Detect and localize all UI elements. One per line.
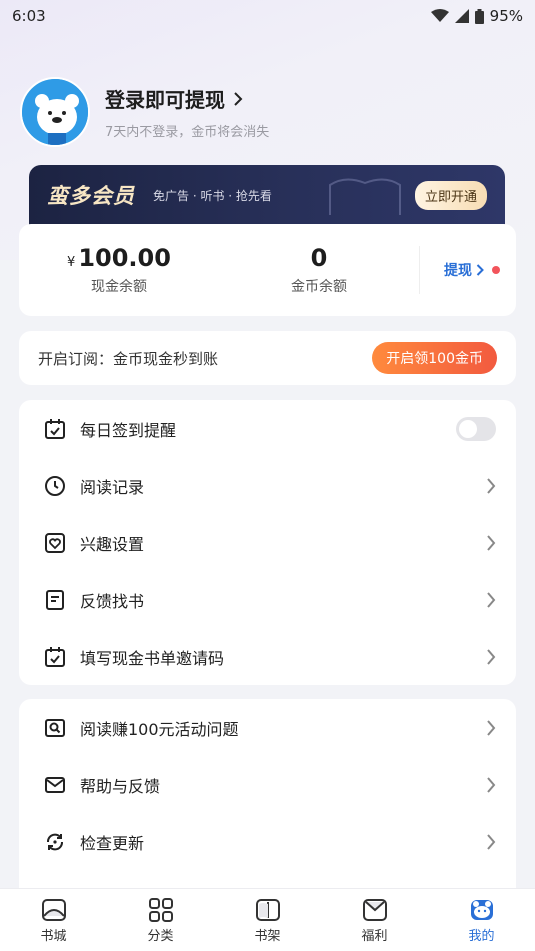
- cash-balance-label: 现金余额: [91, 279, 147, 295]
- wifi-icon: [430, 9, 449, 22]
- gold-balance-label: 金币余额: [291, 279, 347, 295]
- menu-item-activity-faq[interactable]: 阅读赚100元活动问题: [19, 699, 516, 756]
- balance-divider: [419, 246, 420, 294]
- menu-item-label: 阅读记录: [80, 477, 145, 497]
- menu-item-label: 反馈找书: [80, 591, 145, 611]
- gold-balance-value: 0: [310, 244, 328, 272]
- menu-item-signin-reminder[interactable]: 每日签到提醒: [19, 400, 516, 457]
- avatar[interactable]: [20, 77, 90, 147]
- document-icon: [43, 588, 67, 612]
- subscribe-card: 开启订阅：金币现金秒到账 开启领100金币: [19, 331, 516, 385]
- tab-label: 分类: [147, 929, 174, 944]
- status-bar: 6:03 95%: [0, 0, 535, 32]
- balance-card: ¥100.00 现金余额 0 金币余额 提现: [19, 224, 516, 316]
- notification-dot: [492, 266, 500, 274]
- gold-balance[interactable]: 0 金币余额: [219, 244, 419, 296]
- menu-item-feedback-find-book[interactable]: 反馈找书: [19, 571, 516, 628]
- chevron-right-icon: [487, 648, 496, 665]
- gift-icon: [362, 899, 387, 921]
- menu-item-label: 兴趣设置: [80, 534, 145, 554]
- chevron-right-icon: [487, 477, 496, 494]
- menu-item-interest-settings[interactable]: 兴趣设置: [19, 514, 516, 571]
- profile-text: 登录即可提现 7天内不登录，金币将会消失: [105, 84, 269, 140]
- settings-menu: 每日签到提醒 阅读记录 兴趣设置 反馈找书 填写现金书单邀请码: [19, 400, 516, 685]
- home-icon: [41, 899, 66, 921]
- cash-balance[interactable]: ¥100.00 现金余额: [19, 244, 219, 296]
- search-icon: [43, 716, 67, 740]
- menu-item-label: 填写现金书单邀请码: [80, 648, 225, 668]
- vip-banner[interactable]: 蛮多会员 免广告 · 听书 · 抢先看 立即开通: [29, 165, 505, 225]
- profile-header[interactable]: 登录即可提现 7天内不登录，金币将会消失: [20, 77, 515, 147]
- subscribe-button[interactable]: 开启领100金币: [372, 342, 497, 374]
- menu-item-label: 阅读赚100元活动问题: [80, 719, 239, 739]
- currency-symbol: ¥: [67, 255, 76, 270]
- battery-icon: [474, 8, 484, 24]
- cash-balance-value: 100.00: [78, 244, 171, 272]
- tab-mine[interactable]: 我的: [428, 889, 535, 951]
- login-title-text: 登录即可提现: [105, 88, 225, 112]
- calendar-check-icon: [43, 645, 67, 669]
- battery-percent: 95%: [489, 7, 523, 25]
- chevron-right-icon: [487, 591, 496, 608]
- calendar-check-icon: [43, 417, 67, 441]
- bottom-tab-bar: 书城 分类 书架 福利 我的: [0, 888, 535, 951]
- withdraw-label: 提现: [444, 263, 472, 279]
- status-icons: 95%: [430, 7, 523, 25]
- refresh-icon: [43, 830, 67, 854]
- vip-brand: 蛮多会员: [47, 184, 135, 208]
- tab-label: 书架: [254, 929, 281, 944]
- tab-label: 书城: [40, 929, 67, 944]
- clock-icon: [43, 474, 67, 498]
- mail-icon: [43, 773, 67, 797]
- login-subtitle: 7天内不登录，金币将会消失: [105, 125, 270, 140]
- menu-item-help-feedback[interactable]: 帮助与反馈: [19, 756, 516, 813]
- grid-icon: [148, 898, 173, 922]
- toggle-knob: [459, 419, 477, 438]
- chevron-right-icon: [487, 534, 496, 551]
- bear-avatar-icon: [22, 79, 88, 145]
- menu-item-label: 检查更新: [80, 833, 145, 853]
- tab-label: 福利: [361, 929, 388, 944]
- signal-icon: [454, 9, 469, 23]
- menu-item-check-update[interactable]: 检查更新: [19, 813, 516, 870]
- signin-reminder-toggle[interactable]: [456, 416, 496, 441]
- bear-icon: [470, 900, 493, 920]
- vip-open-button[interactable]: 立即开通: [414, 180, 487, 210]
- menu-item-reading-history[interactable]: 阅读记录: [19, 457, 516, 514]
- menu-item-label: 每日签到提醒: [80, 420, 177, 440]
- chevron-right-icon: [487, 833, 496, 850]
- chevron-right-icon: [487, 776, 496, 793]
- tab-bookshelf[interactable]: 书架: [214, 889, 321, 951]
- menu-item-invite-code[interactable]: 填写现金书单邀请码: [19, 628, 516, 685]
- tab-category[interactable]: 分类: [107, 889, 214, 951]
- subscribe-text: 开启订阅：金币现金秒到账: [38, 349, 219, 368]
- menu-item-label: 帮助与反馈: [80, 776, 161, 796]
- chevron-right-icon: [487, 719, 496, 736]
- login-title[interactable]: 登录即可提现: [105, 84, 269, 113]
- tab-label: 我的: [468, 929, 495, 944]
- vip-description: 免广告 · 听书 · 抢先看: [153, 188, 272, 203]
- chevron-right-icon: [476, 264, 484, 276]
- heart-icon: [43, 531, 67, 555]
- tab-bookstore[interactable]: 书城: [0, 889, 107, 951]
- tab-welfare[interactable]: 福利: [321, 889, 428, 951]
- status-time: 6:03: [12, 7, 46, 25]
- withdraw-button[interactable]: 提现: [444, 260, 500, 280]
- vip-decoration-icon: [329, 178, 401, 215]
- chevron-right-icon: [234, 91, 243, 106]
- book-icon: [255, 899, 280, 921]
